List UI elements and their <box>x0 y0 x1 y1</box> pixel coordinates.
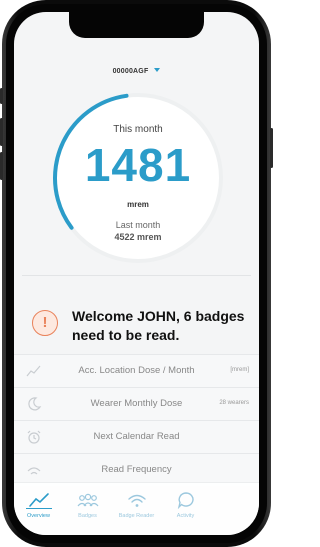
wifi-icon <box>127 494 146 507</box>
tab-label: Activity <box>176 513 195 519</box>
tab-overview[interactable]: Overview <box>14 489 63 529</box>
row-acc-location-dose[interactable]: Acc. Location Dose / Month [mrem] <box>14 354 259 387</box>
tab-badges[interactable]: Badges <box>63 489 112 529</box>
app-screen: 00000AGF This month 1481 mrem Last month… <box>14 12 259 535</box>
dose-unit: mrem <box>127 200 149 209</box>
speech-bubble-icon <box>177 492 194 509</box>
device-id: 00000AGF <box>112 68 149 75</box>
last-month-value: 4522 mrem <box>114 232 162 242</box>
device-selector[interactable]: 00000AGF <box>14 68 259 75</box>
tab-badge-reader[interactable]: Badge Reader <box>112 489 161 529</box>
caret-down-icon <box>154 68 161 72</box>
active-tab-indicator <box>26 508 52 509</box>
people-icon <box>77 493 98 507</box>
mute-switch <box>0 88 3 104</box>
tab-activity[interactable]: Activity <box>161 489 210 529</box>
last-month-label: Last month <box>115 220 161 230</box>
notch <box>69 12 204 38</box>
phone-frame: 00000AGF This month 1481 mrem Last month… <box>0 0 273 547</box>
dose-gauge: This month 1481 mrem Last month 4522 mre… <box>50 90 226 266</box>
divider <box>22 275 251 276</box>
line-chart-icon <box>28 493 49 507</box>
monthly-dose-value: 1481 <box>84 139 192 191</box>
welcome-message: Welcome JOHN, 6 badges need to be read. <box>72 308 245 343</box>
volume-up-button <box>0 118 3 146</box>
welcome-banner[interactable]: ! Welcome JOHN, 6 badges need to be read… <box>14 282 259 362</box>
row-next-calendar-read[interactable]: Next Calendar Read <box>14 420 259 453</box>
row-label: Acc. Location Dose / Month <box>78 365 195 376</box>
this-month-label: This month <box>113 124 163 135</box>
tab-label: Badge Reader <box>118 513 155 519</box>
row-tag: 28 wearers <box>219 400 249 406</box>
row-label: Read Frequency <box>101 464 172 475</box>
power-button <box>270 128 273 168</box>
row-wearer-monthly-dose[interactable]: Wearer Monthly Dose 28 wearers <box>14 387 259 420</box>
volume-down-button <box>0 152 3 180</box>
row-tag: [mrem] <box>230 367 249 373</box>
alert-icon: ! <box>32 310 58 336</box>
tab-label: Badges <box>78 513 97 519</box>
tab-label: Overview <box>27 513 50 519</box>
row-label: Next Calendar Read <box>93 431 180 442</box>
